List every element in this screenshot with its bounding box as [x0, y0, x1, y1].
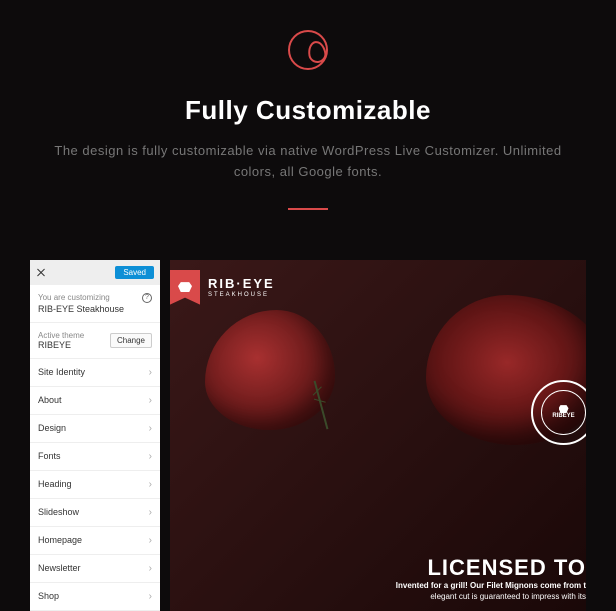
customizer-item-newsletter[interactable]: Newsletter ›	[30, 555, 160, 583]
subtext-line2: elegant cut is guaranteed to impress wit…	[396, 591, 586, 602]
active-theme-label: Active theme	[38, 331, 84, 340]
customizer-header: Saved	[30, 260, 160, 285]
customizing-label: You are customizing	[38, 293, 152, 302]
mockup-container: Saved ? You are customizing RIB-EYE Stea…	[0, 260, 616, 611]
customizer-item-label: Newsletter	[38, 563, 81, 573]
divider	[288, 208, 328, 210]
customizer-item-label: Design	[38, 423, 66, 433]
customizer-item-homepage[interactable]: Homepage ›	[30, 527, 160, 555]
chevron-right-icon: ›	[149, 423, 152, 434]
change-button[interactable]: Change	[110, 333, 152, 348]
customizer-item-fonts[interactable]: Fonts ›	[30, 443, 160, 471]
customizer-item-label: Site Identity	[38, 367, 85, 377]
stamp-badge: RIBEYE	[531, 380, 586, 445]
theme-row: Active theme RIBEYE Change	[30, 323, 160, 359]
customizer-item-label: Heading	[38, 479, 72, 489]
logo-sub-text: STEAKHOUSE	[208, 292, 275, 298]
bull-icon	[178, 282, 192, 292]
preview-subtext: Invented for a grill! Our Filet Mignons …	[396, 580, 586, 602]
customizing-name: RIB-EYE Steakhouse	[38, 304, 152, 314]
logo-bookmark-icon	[170, 270, 200, 305]
bull-icon	[559, 405, 569, 413]
customizer-item-site-identity[interactable]: Site Identity ›	[30, 359, 160, 387]
active-theme-name: RIBEYE	[38, 340, 84, 350]
hero-section: Fully Customizable The design is fully c…	[0, 0, 616, 260]
chevron-right-icon: ›	[149, 367, 152, 378]
customizer-item-design[interactable]: Design ›	[30, 415, 160, 443]
chevron-right-icon: ›	[149, 395, 152, 406]
customizer-item-label: Slideshow	[38, 507, 79, 517]
logo-main-text: RIB·EYE	[208, 276, 275, 291]
customizer-item-label: About	[38, 395, 62, 405]
close-icon[interactable]	[36, 267, 46, 277]
customizer-item-slideshow[interactable]: Slideshow ›	[30, 499, 160, 527]
customizer-item-label: Homepage	[38, 535, 82, 545]
chevron-right-icon: ›	[149, 479, 152, 490]
stamp-brand: RIBEYE	[552, 413, 574, 419]
chevron-right-icon: ›	[149, 535, 152, 546]
chevron-right-icon: ›	[149, 451, 152, 462]
customizer-item-about[interactable]: About ›	[30, 387, 160, 415]
page-description: The design is fully customizable via nat…	[50, 141, 566, 183]
customizer-item-shop[interactable]: Shop›	[30, 583, 160, 611]
saved-badge[interactable]: Saved	[115, 266, 154, 279]
chevron-right-icon: ›	[149, 507, 152, 518]
chevron-right-icon: ›	[149, 563, 152, 574]
page-title: Fully Customizable	[50, 95, 566, 126]
customizer-info: ? You are customizing RIB-EYE Steakhouse	[30, 285, 160, 323]
customizer-panel: Saved ? You are customizing RIB-EYE Stea…	[30, 260, 160, 611]
customizer-item-label: Fonts	[38, 451, 61, 461]
preview-panel: RIB·EYE STEAKHOUSE RIBEYE LICENSED TO In…	[170, 260, 586, 611]
logo-bar: RIB·EYE STEAKHOUSE	[170, 270, 275, 305]
help-icon[interactable]: ?	[142, 293, 152, 303]
meat-image	[205, 310, 335, 430]
flame-icon	[288, 30, 328, 70]
subtext-line1: Invented for a grill! Our Filet Mignons …	[396, 581, 586, 590]
customizer-item-heading[interactable]: Heading ›	[30, 471, 160, 499]
preview-headline: LICENSED TO	[427, 555, 586, 581]
